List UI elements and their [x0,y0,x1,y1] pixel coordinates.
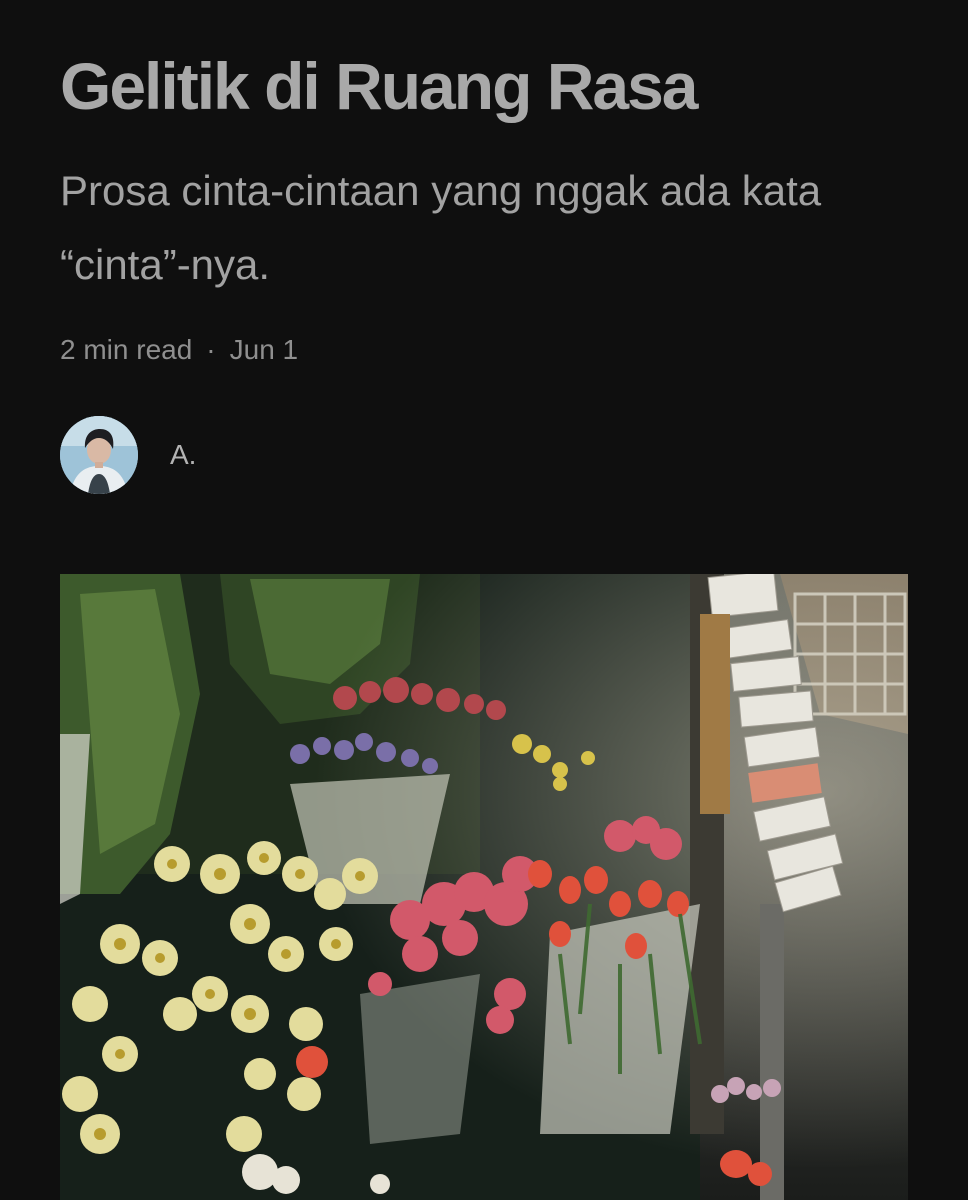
author-name[interactable]: A. [170,439,196,471]
hero-image [60,574,908,1200]
publish-date: Jun 1 [229,334,299,365]
flower-stall-photo [60,574,908,1200]
article-subtitle: Prosa cinta-cintaan yang nggak ada kata … [60,167,822,288]
author-avatar[interactable] [60,416,138,494]
author-block[interactable]: A. [60,416,196,494]
article-meta: 2 min read · Jun 1 [60,330,298,370]
article-page: Gelitik di Ruang Rasa Prosa cinta-cintaa… [0,0,968,1200]
avatar-image [60,416,138,494]
read-time: 2 min read [60,334,193,365]
meta-separator: · [206,334,216,365]
article-title: Gelitik di Ruang Rasa [60,49,699,123]
